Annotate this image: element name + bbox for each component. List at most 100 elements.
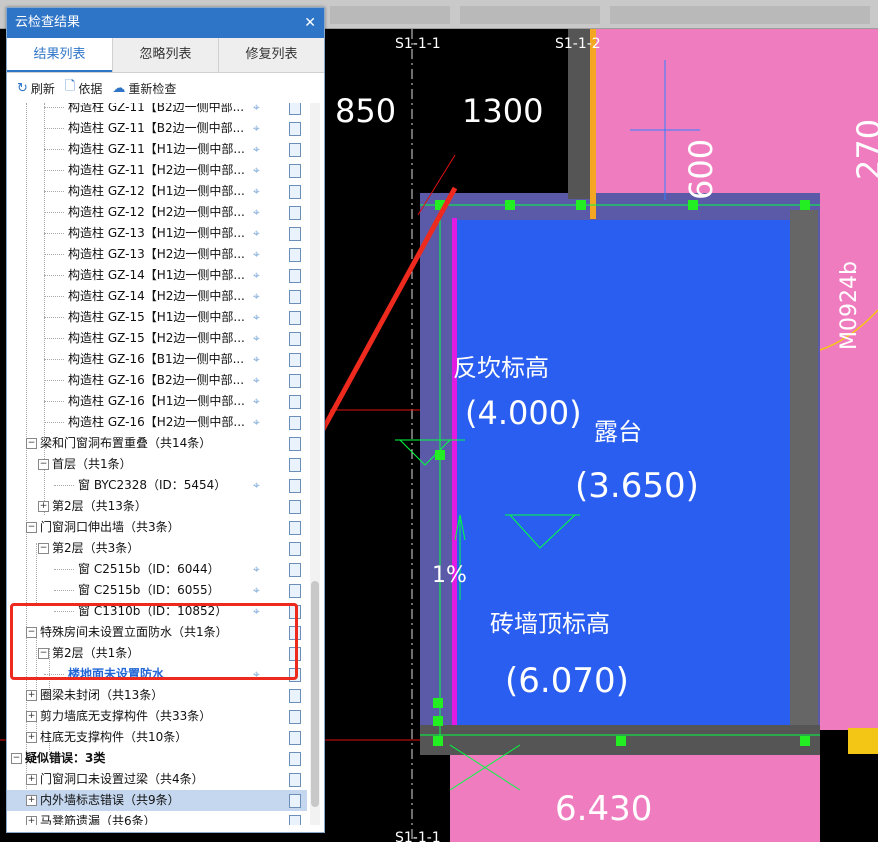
expand-icon[interactable]: + [38, 501, 49, 512]
tree-row[interactable]: 构造柱 GZ-11【H2边一侧中部... ⌖ [7, 160, 307, 181]
document-icon[interactable] [289, 416, 301, 430]
locate-icon[interactable]: ⌖ [253, 202, 260, 223]
document-icon[interactable] [289, 521, 301, 535]
locate-icon[interactable]: ⌖ [253, 223, 260, 244]
document-icon[interactable] [289, 248, 301, 262]
document-icon[interactable] [289, 122, 301, 136]
document-icon[interactable] [289, 773, 301, 787]
locate-icon[interactable]: ⌖ [253, 412, 260, 433]
collapse-icon[interactable]: − [38, 459, 49, 470]
tree-row[interactable]: 窗 C2515b（ID：6055） ⌖ [7, 580, 307, 601]
locate-icon[interactable]: ⌖ [253, 103, 260, 118]
document-icon[interactable] [289, 479, 301, 493]
locate-icon[interactable]: ⌖ [253, 160, 260, 181]
tree-row[interactable]: 构造柱 GZ-13【H2边一侧中部... ⌖ [7, 244, 307, 265]
expand-icon[interactable]: + [26, 774, 37, 785]
locate-icon[interactable]: ⌖ [253, 181, 260, 202]
tab-results[interactable]: 结果列表 [7, 38, 112, 72]
document-icon[interactable] [289, 689, 301, 703]
tree-row[interactable]: 构造柱 GZ-12【H1边一侧中部... ⌖ [7, 181, 307, 202]
tree-row[interactable]: 构造柱 GZ-12【H2边一侧中部... ⌖ [7, 202, 307, 223]
tree-row[interactable]: 构造柱 GZ-11【B2边一侧中部... ⌖ [7, 118, 307, 139]
tree-row[interactable]: 构造柱 GZ-15【H2边一侧中部... ⌖ [7, 328, 307, 349]
document-icon[interactable] [289, 290, 301, 304]
locate-icon[interactable]: ⌖ [253, 265, 260, 286]
tree-row[interactable]: 构造柱 GZ-13【H1边一侧中部... ⌖ [7, 223, 307, 244]
tree-row[interactable]: − 梁和门窗洞布置重叠（共14条） [7, 433, 307, 454]
document-icon[interactable] [289, 815, 301, 825]
tree-row[interactable]: + 柱底无支撑构件（共10条） [7, 727, 307, 748]
document-icon[interactable] [289, 395, 301, 409]
document-icon[interactable] [289, 185, 301, 199]
refresh-button[interactable]: ↻ 刷新 [17, 80, 55, 97]
tree-row[interactable]: + 第2层（共13条） [7, 496, 307, 517]
document-icon[interactable] [289, 164, 301, 178]
document-icon[interactable] [289, 332, 301, 346]
tree-row[interactable]: + 马凳筋遗漏（共6条） [7, 811, 307, 825]
tree-row[interactable]: 构造柱 GZ-11【B2边一侧中部... ⌖ [7, 103, 307, 118]
tree-row[interactable]: + 剪力墙底无支撑构件（共33条） [7, 706, 307, 727]
locate-icon[interactable]: ⌖ [253, 370, 260, 391]
tree-row[interactable]: 构造柱 GZ-16【B1边一侧中部... ⌖ [7, 349, 307, 370]
document-icon[interactable] [289, 731, 301, 745]
tree-row[interactable]: + 门窗洞口未设置过梁（共4条） [7, 769, 307, 790]
tab-ignored[interactable]: 忽略列表 [112, 38, 218, 72]
recheck-button[interactable]: ☁ 重新检查 [112, 80, 176, 97]
locate-icon[interactable]: ⌖ [253, 286, 260, 307]
document-icon[interactable] [289, 269, 301, 283]
document-icon[interactable] [289, 143, 301, 157]
document-icon[interactable] [289, 103, 301, 115]
tree-row[interactable]: 构造柱 GZ-14【H2边一侧中部... ⌖ [7, 286, 307, 307]
document-icon[interactable] [289, 584, 301, 598]
tree-row[interactable]: − 第2层（共3条） [7, 538, 307, 559]
document-icon[interactable] [289, 458, 301, 472]
collapse-icon[interactable]: − [26, 522, 37, 533]
document-icon[interactable] [289, 227, 301, 241]
expand-icon[interactable]: + [26, 732, 37, 743]
locate-icon[interactable]: ⌖ [253, 307, 260, 328]
expand-icon[interactable]: + [26, 816, 37, 825]
tree-row[interactable]: 构造柱 GZ-16【H1边一侧中部... ⌖ [7, 391, 307, 412]
tab-fixed[interactable]: 修复列表 [218, 38, 324, 72]
tree-row[interactable]: 构造柱 GZ-14【H1边一侧中部... ⌖ [7, 265, 307, 286]
expand-icon[interactable]: + [26, 795, 37, 806]
tree-row[interactable]: − 门窗洞口伸出墙（共3条） [7, 517, 307, 538]
locate-icon[interactable]: ⌖ [253, 244, 260, 265]
document-icon[interactable] [289, 353, 301, 367]
document-icon[interactable] [289, 437, 301, 451]
document-icon[interactable] [289, 710, 301, 724]
collapse-icon[interactable]: − [38, 543, 49, 554]
tree-row[interactable]: − 首层（共1条） [7, 454, 307, 475]
document-icon[interactable] [289, 752, 301, 766]
tree-row[interactable]: 构造柱 GZ-11【H1边一侧中部... ⌖ [7, 139, 307, 160]
collapse-icon[interactable]: − [26, 438, 37, 449]
tree-row[interactable]: 构造柱 GZ-16【B2边一侧中部... ⌖ [7, 370, 307, 391]
tree-row[interactable]: 窗 BYC2328（ID：5454） ⌖ [7, 475, 307, 496]
document-icon[interactable] [289, 500, 301, 514]
document-icon[interactable] [289, 206, 301, 220]
basis-button[interactable]: 🗋 依据 [65, 77, 102, 99]
locate-icon[interactable]: ⌖ [253, 349, 260, 370]
close-icon[interactable]: ✕ [304, 8, 316, 38]
scrollbar-thumb[interactable] [311, 581, 319, 807]
tree-row[interactable]: + 圈梁未封闭（共13条） [7, 685, 307, 706]
locate-icon[interactable]: ⌖ [253, 559, 260, 580]
tree-row[interactable]: − 疑似错误：3类 [7, 748, 307, 769]
locate-icon[interactable]: ⌖ [253, 328, 260, 349]
locate-icon[interactable]: ⌖ [253, 139, 260, 160]
expand-icon[interactable]: + [26, 690, 37, 701]
tree-row[interactable]: 构造柱 GZ-16【H2边一侧中部... ⌖ [7, 412, 307, 433]
locate-icon[interactable]: ⌖ [253, 391, 260, 412]
expand-icon[interactable]: + [26, 711, 37, 722]
tree-scrollbar[interactable] [310, 103, 320, 825]
document-icon[interactable] [289, 374, 301, 388]
locate-icon[interactable]: ⌖ [253, 118, 260, 139]
locate-icon[interactable]: ⌖ [253, 580, 260, 601]
locate-icon[interactable]: ⌖ [253, 475, 260, 496]
tree-row[interactable]: 窗 C2515b（ID：6044） ⌖ [7, 559, 307, 580]
tree-row[interactable]: 构造柱 GZ-15【H1边一侧中部... ⌖ [7, 307, 307, 328]
document-icon[interactable] [289, 563, 301, 577]
document-icon[interactable] [289, 311, 301, 325]
collapse-icon[interactable]: − [11, 753, 22, 764]
document-icon[interactable] [289, 542, 301, 556]
